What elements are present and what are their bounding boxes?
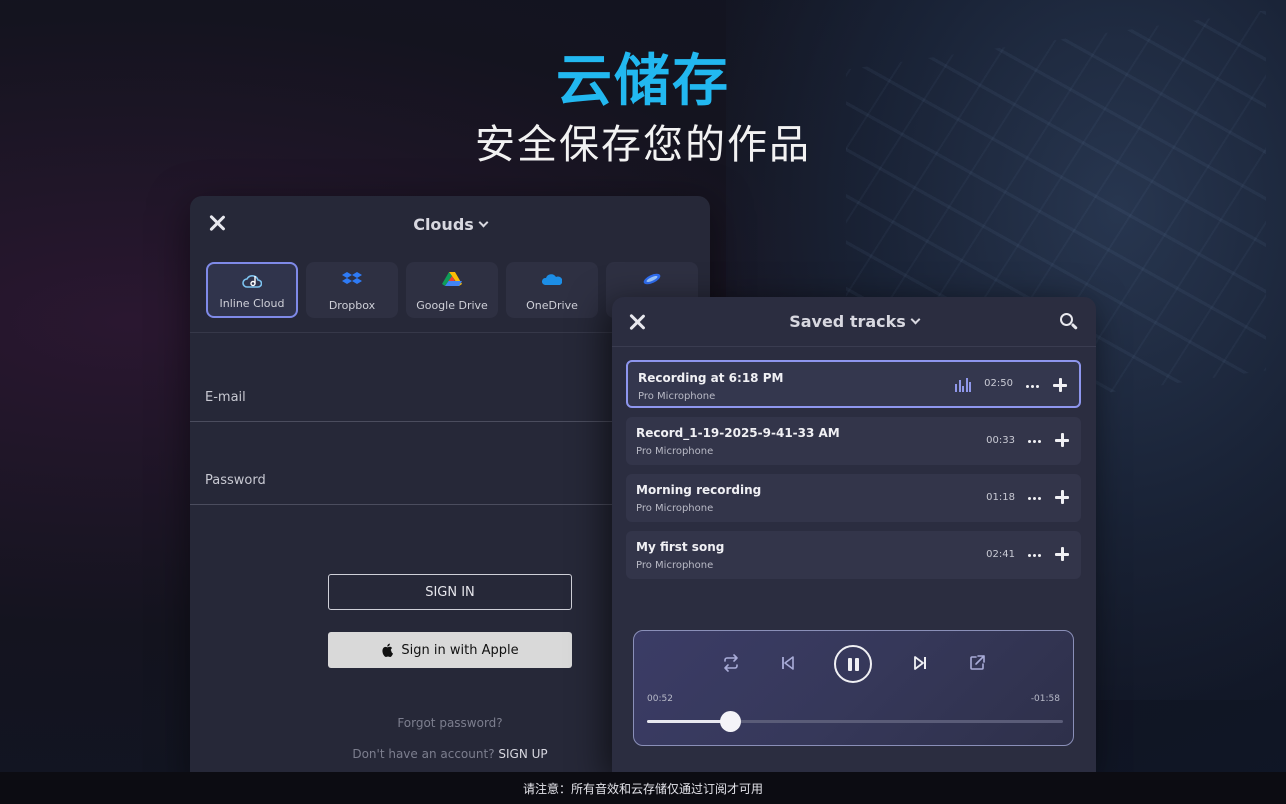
track-source: Pro Microphone — [636, 560, 714, 571]
tracks-header: Saved tracks — [612, 297, 1096, 347]
track-name: Record_1-19-2025-9-41-33 AM — [636, 426, 840, 440]
pause-button[interactable] — [834, 645, 872, 683]
track-name: Recording at 6:18 PM — [638, 371, 784, 385]
track-row[interactable]: My first song Pro Microphone 02:41 — [626, 531, 1081, 579]
tab-inline-cloud[interactable]: Inline Cloud — [206, 262, 298, 318]
track-duration: 02:41 — [986, 549, 1015, 560]
more-options-icon[interactable] — [1028, 554, 1041, 557]
add-icon[interactable] — [1053, 378, 1067, 392]
repeat-icon[interactable] — [721, 653, 741, 673]
add-icon[interactable] — [1055, 433, 1069, 447]
tracks-title: Saved tracks — [789, 312, 906, 331]
previous-icon[interactable] — [778, 653, 798, 673]
onedrive-icon — [542, 274, 562, 285]
track-name: My first song — [636, 540, 725, 554]
more-options-icon[interactable] — [1026, 385, 1039, 388]
cloud-service-icon — [643, 273, 661, 285]
add-icon[interactable] — [1055, 490, 1069, 504]
no-account-text: Don't have an account? — [352, 747, 495, 761]
chevron-down-icon — [910, 314, 921, 325]
more-options-icon[interactable] — [1028, 497, 1041, 500]
tab-onedrive[interactable]: OneDrive — [506, 262, 598, 318]
progress-fill — [647, 720, 731, 723]
track-source: Pro Microphone — [636, 446, 714, 457]
tab-label: Dropbox — [328, 299, 376, 312]
hero-title: 云储存 — [556, 49, 730, 114]
track-row[interactable]: Morning recording Pro Microphone 01:18 — [626, 474, 1081, 522]
progress-thumb[interactable] — [720, 711, 742, 732]
close-icon[interactable] — [206, 212, 228, 234]
next-icon[interactable] — [910, 653, 930, 673]
google-drive-icon — [442, 272, 462, 286]
track-source: Pro Microphone — [638, 391, 716, 402]
email-label: E-mail — [205, 390, 246, 405]
track-source: Pro Microphone — [636, 503, 714, 514]
sign-in-button[interactable]: SIGN IN — [328, 574, 572, 610]
footer-notice: 请注意：所有音效和云存储仅通过订阅才可用 — [0, 772, 1286, 804]
track-row[interactable]: Record_1-19-2025-9-41-33 AM Pro Micropho… — [626, 417, 1081, 465]
more-options-icon[interactable] — [1028, 440, 1041, 443]
tracks-dropdown[interactable]: Saved tracks — [789, 312, 921, 331]
progress-slider[interactable] — [647, 711, 1063, 732]
track-name: Morning recording — [636, 483, 762, 497]
tab-label: Inline Cloud — [219, 297, 285, 310]
close-icon[interactable] — [626, 311, 648, 333]
sign-up-link[interactable]: SIGN UP — [498, 747, 547, 761]
track-duration: 02:50 — [984, 378, 1013, 389]
saved-tracks-panel: Saved tracks Recording at 6:18 PM Pro Mi… — [612, 297, 1096, 773]
hero-subtitle: 安全保存您的作品 — [475, 122, 811, 168]
sign-in-apple-button[interactable]: Sign in with Apple — [328, 632, 572, 668]
clouds-header: Clouds — [190, 196, 710, 252]
tab-label: Google Drive — [416, 299, 488, 312]
tab-dropbox[interactable]: Dropbox — [306, 262, 398, 318]
password-label: Password — [205, 473, 266, 488]
dropbox-icon — [342, 272, 362, 284]
tab-label: OneDrive — [526, 299, 578, 312]
audio-player: 00:52 -01:58 — [633, 630, 1074, 746]
clouds-title: Clouds — [413, 214, 474, 234]
equalizer-icon — [955, 378, 971, 392]
tab-google-drive[interactable]: Google Drive — [406, 262, 498, 318]
apple-button-label: Sign in with Apple — [401, 642, 519, 658]
search-icon[interactable] — [1060, 313, 1078, 331]
track-row[interactable]: Recording at 6:18 PM Pro Microphone 02:5… — [626, 360, 1081, 408]
track-duration: 00:33 — [986, 435, 1015, 446]
apple-icon — [382, 643, 394, 657]
elapsed-time: 00:52 — [647, 694, 673, 704]
chevron-down-icon — [478, 217, 489, 227]
remaining-time: -01:58 — [1030, 694, 1060, 704]
clouds-dropdown[interactable]: Clouds — [413, 214, 489, 234]
add-icon[interactable] — [1055, 547, 1069, 561]
inline-cloud-icon — [242, 275, 262, 288]
track-duration: 01:18 — [986, 492, 1015, 503]
share-icon[interactable] — [967, 653, 987, 673]
